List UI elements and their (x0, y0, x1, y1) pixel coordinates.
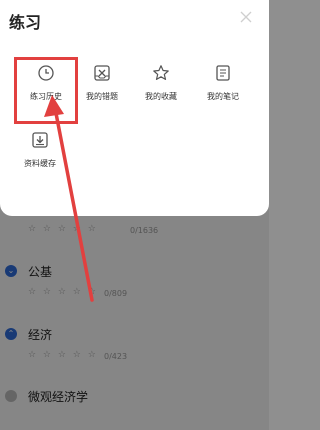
favorites-button[interactable]: 我的收藏 (131, 64, 191, 102)
close-icon[interactable] (239, 10, 253, 24)
wrong-questions-label: 我的错题 (86, 92, 118, 101)
notes-button[interactable]: 我的笔记 (193, 64, 253, 102)
highlight-box (14, 57, 78, 124)
download-icon (32, 132, 48, 148)
wrong-questions-icon (94, 65, 110, 81)
favorites-label: 我的收藏 (145, 92, 177, 101)
star-icon (153, 65, 169, 80)
notes-label: 我的笔记 (207, 92, 239, 101)
download-cache-button[interactable]: 资料缓存 (10, 131, 70, 169)
wrong-questions-button[interactable]: 我的错题 (72, 64, 132, 102)
download-cache-label: 资料缓存 (24, 159, 56, 168)
sheet-title: 练习 (9, 13, 42, 32)
note-icon (216, 65, 230, 81)
